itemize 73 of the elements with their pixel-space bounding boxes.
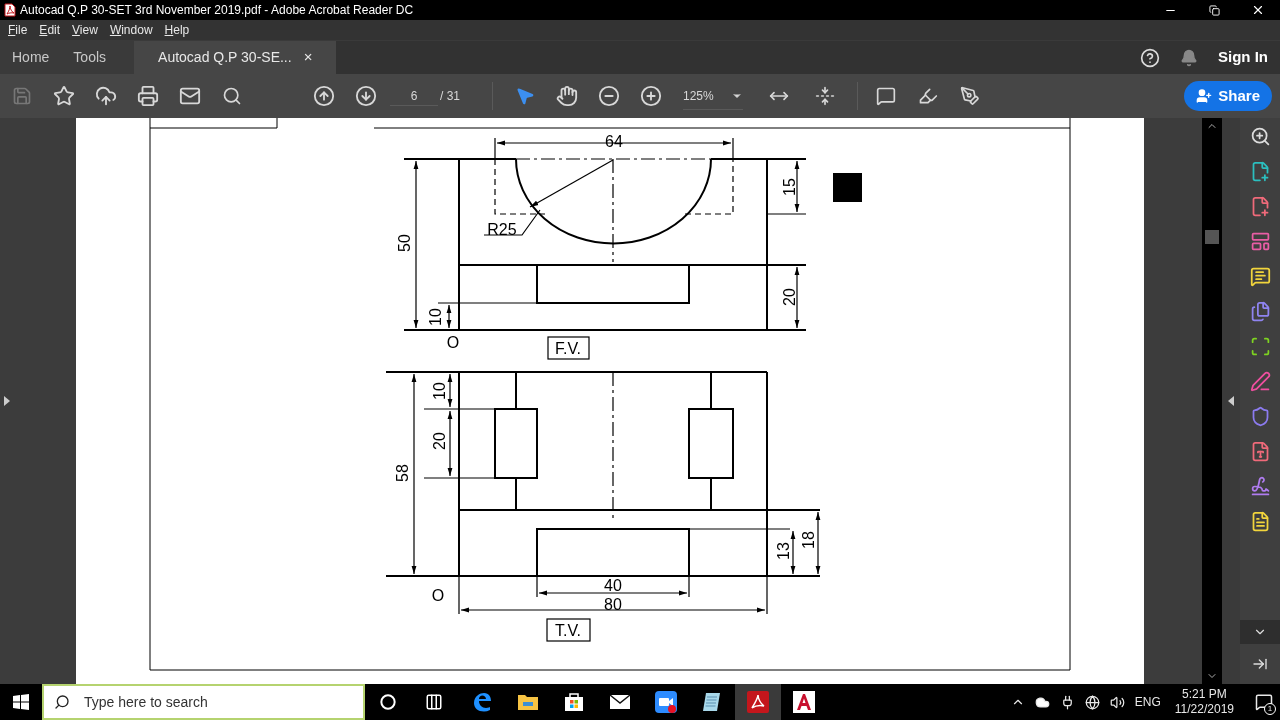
- clock-date[interactable]: 11/22/2019: [1174, 702, 1234, 717]
- dimension-label: 20: [431, 432, 448, 450]
- clock-time[interactable]: 5:21 PM: [1182, 687, 1227, 702]
- search-icon: [54, 694, 70, 710]
- scroll-thumb[interactable]: [1205, 230, 1219, 244]
- restore-icon[interactable]: [1208, 4, 1220, 16]
- tab[interactable]: Tools: [61, 41, 135, 74]
- tab[interactable]: Home: [0, 41, 62, 74]
- zoom-dropdown[interactable]: 125%: [683, 82, 743, 110]
- menu-item[interactable]: Edit: [35, 21, 65, 39]
- notification-count: 1: [1264, 703, 1276, 715]
- menu-item[interactable]: File: [4, 21, 32, 39]
- menu-item[interactable]: Window: [105, 21, 157, 39]
- notepad-icon: [702, 691, 722, 713]
- search-field[interactable]: Type here to search: [42, 684, 365, 720]
- layout-icon[interactable]: [1249, 231, 1271, 252]
- dimension-label: 20: [781, 288, 798, 306]
- close-icon[interactable]: [1251, 3, 1265, 17]
- share-button[interactable]: Share: [1184, 81, 1272, 111]
- cad-app-icon: [793, 691, 815, 713]
- dimension-label: 18: [800, 531, 817, 549]
- folder-icon: [517, 692, 539, 712]
- comment-icon[interactable]: [1249, 266, 1271, 287]
- dimension-label: 10: [427, 308, 444, 326]
- network-icon[interactable]: [1084, 694, 1100, 710]
- page-number-field[interactable]: 6: [390, 86, 438, 106]
- cortana-icon[interactable]: [380, 694, 396, 710]
- scan-icon[interactable]: [1249, 336, 1271, 357]
- bell-icon[interactable]: [1180, 48, 1198, 67]
- menu-item[interactable]: Help: [160, 21, 194, 39]
- collapse-pane-icon[interactable]: [1252, 656, 1268, 672]
- envelope-icon: [609, 694, 631, 710]
- sign-in-link[interactable]: Sign In: [1218, 46, 1268, 69]
- pen-icon[interactable]: [1249, 371, 1271, 392]
- add-user-icon: [1196, 88, 1213, 104]
- dimension-label: 58: [394, 464, 411, 482]
- dimension-label: 50: [396, 234, 413, 252]
- dimension-label: 10: [431, 382, 448, 400]
- zoom-icon[interactable]: [1249, 126, 1271, 147]
- dimension-label: 13: [775, 542, 792, 560]
- tab-close[interactable]: ×: [303, 46, 313, 69]
- files-icon[interactable]: [1249, 301, 1271, 322]
- scrollbar[interactable]: [1202, 118, 1222, 684]
- taskbar-app[interactable]: [735, 684, 781, 720]
- origin-label: O: [431, 587, 445, 604]
- windows-logo-icon[interactable]: [13, 694, 29, 710]
- pdf-app-icon: [747, 691, 769, 713]
- dimension-label: R25: [487, 221, 517, 238]
- notification-icon[interactable]: [1255, 693, 1273, 711]
- menu-item[interactable]: View: [68, 21, 102, 39]
- task-view-icon[interactable]: [425, 693, 443, 711]
- signature-icon[interactable]: [1249, 476, 1271, 497]
- cloud-icon[interactable]: [1034, 694, 1050, 710]
- dimension-label: 15: [781, 178, 798, 196]
- expand-arrow-icon[interactable]: [4, 396, 10, 406]
- pdf-app-icon: [4, 3, 16, 17]
- dimension-label: 80: [604, 596, 622, 613]
- browser-icon: [471, 691, 493, 713]
- window-title: Autocad Q.P 30-SET 3rd November 2019.pdf - Adobe Acrobat Reader DC: [20, 2, 414, 19]
- collapse-arrow-icon[interactable]: [1228, 396, 1234, 406]
- language-indicator[interactable]: ENG: [1134, 693, 1161, 711]
- dimension-label: 64: [605, 133, 623, 150]
- dimension-label: 40: [604, 577, 622, 594]
- tab[interactable]: Autocad Q.P 30-SE... ×: [134, 41, 337, 74]
- view-label: T.V.: [554, 622, 582, 639]
- volume-icon[interactable]: [1109, 694, 1125, 710]
- help-icon[interactable]: [1140, 47, 1160, 68]
- video-camera-icon: [654, 690, 678, 714]
- view-label: F.V.: [554, 340, 582, 357]
- origin-label: O: [446, 334, 460, 351]
- page-total: / 31: [440, 88, 460, 105]
- redaction-mark: [833, 173, 862, 202]
- shopping-bag-icon: [564, 692, 584, 712]
